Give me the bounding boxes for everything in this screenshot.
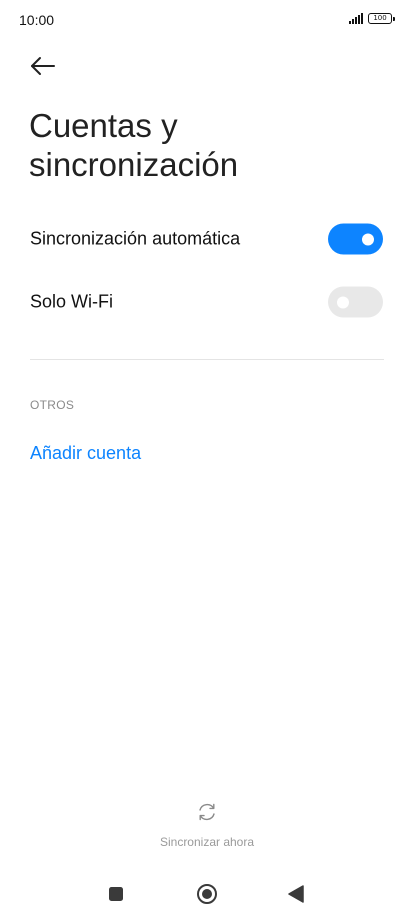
section-divider	[30, 359, 384, 360]
add-account-link[interactable]: Añadir cuenta	[30, 443, 141, 464]
status-icons: 100	[349, 13, 395, 24]
back-button[interactable]	[26, 50, 60, 82]
back-nav-button[interactable]	[282, 880, 310, 908]
circle-icon	[197, 884, 217, 904]
page-title: Cuentas y sincronización	[29, 107, 239, 183]
home-button[interactable]	[193, 880, 221, 908]
arrow-left-icon	[31, 57, 55, 75]
status-bar: 10:00 100	[0, 0, 414, 40]
others-section-header: OTROS	[30, 398, 75, 412]
auto-sync-row[interactable]: Sincronización automática	[0, 213, 414, 265]
battery-level: 100	[373, 14, 387, 22]
signal-icon	[349, 13, 363, 24]
auto-sync-toggle[interactable]	[328, 223, 383, 255]
status-time: 10:00	[19, 12, 55, 28]
sync-icon	[199, 803, 215, 821]
square-icon	[109, 887, 123, 901]
sync-now-button[interactable]: Sincronizar ahora	[0, 800, 414, 852]
toggle-knob	[362, 233, 374, 245]
recents-button[interactable]	[102, 880, 130, 908]
toggle-knob	[337, 296, 349, 308]
wifi-only-label: Solo Wi-Fi	[30, 291, 114, 312]
auto-sync-label: Sincronización automática	[30, 228, 241, 249]
wifi-only-row[interactable]: Solo Wi-Fi	[0, 276, 414, 328]
battery-icon: 100	[368, 13, 395, 24]
navigation-bar	[0, 872, 414, 916]
sync-now-label: Sincronizar ahora	[159, 835, 255, 849]
triangle-back-icon	[288, 885, 304, 903]
screen: 10:00 100 Cuentas y sincronización Sincr…	[0, 0, 414, 920]
wifi-only-toggle[interactable]	[328, 286, 383, 318]
